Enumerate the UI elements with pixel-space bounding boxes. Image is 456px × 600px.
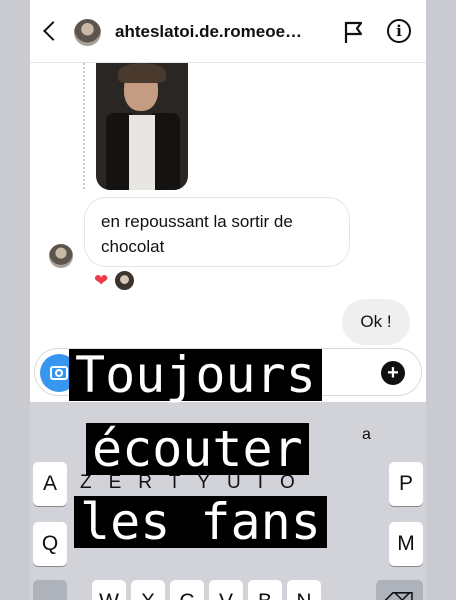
- reply-thread-line: [83, 63, 85, 189]
- key-p[interactable]: P: [389, 462, 423, 506]
- key-m[interactable]: M: [389, 522, 423, 566]
- plus-icon[interactable]: +: [381, 361, 405, 385]
- back-arrow-icon[interactable]: [38, 17, 64, 47]
- message-thread: en repoussant la sortir de chocolat ❤ Ok…: [30, 63, 426, 345]
- right-backdrop: [426, 0, 456, 600]
- key-c[interactable]: C: [170, 580, 204, 600]
- info-icon[interactable]: i: [387, 19, 411, 43]
- key-x[interactable]: X: [131, 580, 165, 600]
- left-backdrop: [0, 0, 30, 600]
- outgoing-message-bubble[interactable]: Ok !: [342, 299, 410, 345]
- key-n[interactable]: N: [287, 580, 321, 600]
- story-caption-line-1: Toujours: [69, 349, 322, 401]
- flag-icon[interactable]: [343, 20, 365, 44]
- suggestion-text[interactable]: a: [362, 426, 371, 444]
- key-v[interactable]: V: [209, 580, 243, 600]
- heart-icon: ❤: [94, 271, 109, 290]
- key-q[interactable]: Q: [33, 522, 67, 566]
- username-title[interactable]: ahteslatoi.de.romeoe…: [115, 22, 302, 42]
- sender-avatar[interactable]: [49, 244, 73, 268]
- incoming-message-bubble[interactable]: en repoussant la sortir de chocolat: [84, 197, 350, 267]
- chat-header: ahteslatoi.de.romeoe… i: [30, 0, 426, 63]
- reactor-avatar: [114, 270, 135, 291]
- shared-photo[interactable]: [96, 63, 188, 190]
- shift-key[interactable]: [33, 580, 67, 600]
- avatar[interactable]: [74, 19, 101, 46]
- backspace-key[interactable]: ⌫: [376, 580, 423, 600]
- key-w[interactable]: W: [92, 580, 126, 600]
- story-caption-line-2: écouter: [86, 423, 309, 475]
- key-b[interactable]: B: [248, 580, 282, 600]
- story-caption-line-3: les fans: [74, 496, 327, 548]
- key-a[interactable]: A: [33, 462, 67, 506]
